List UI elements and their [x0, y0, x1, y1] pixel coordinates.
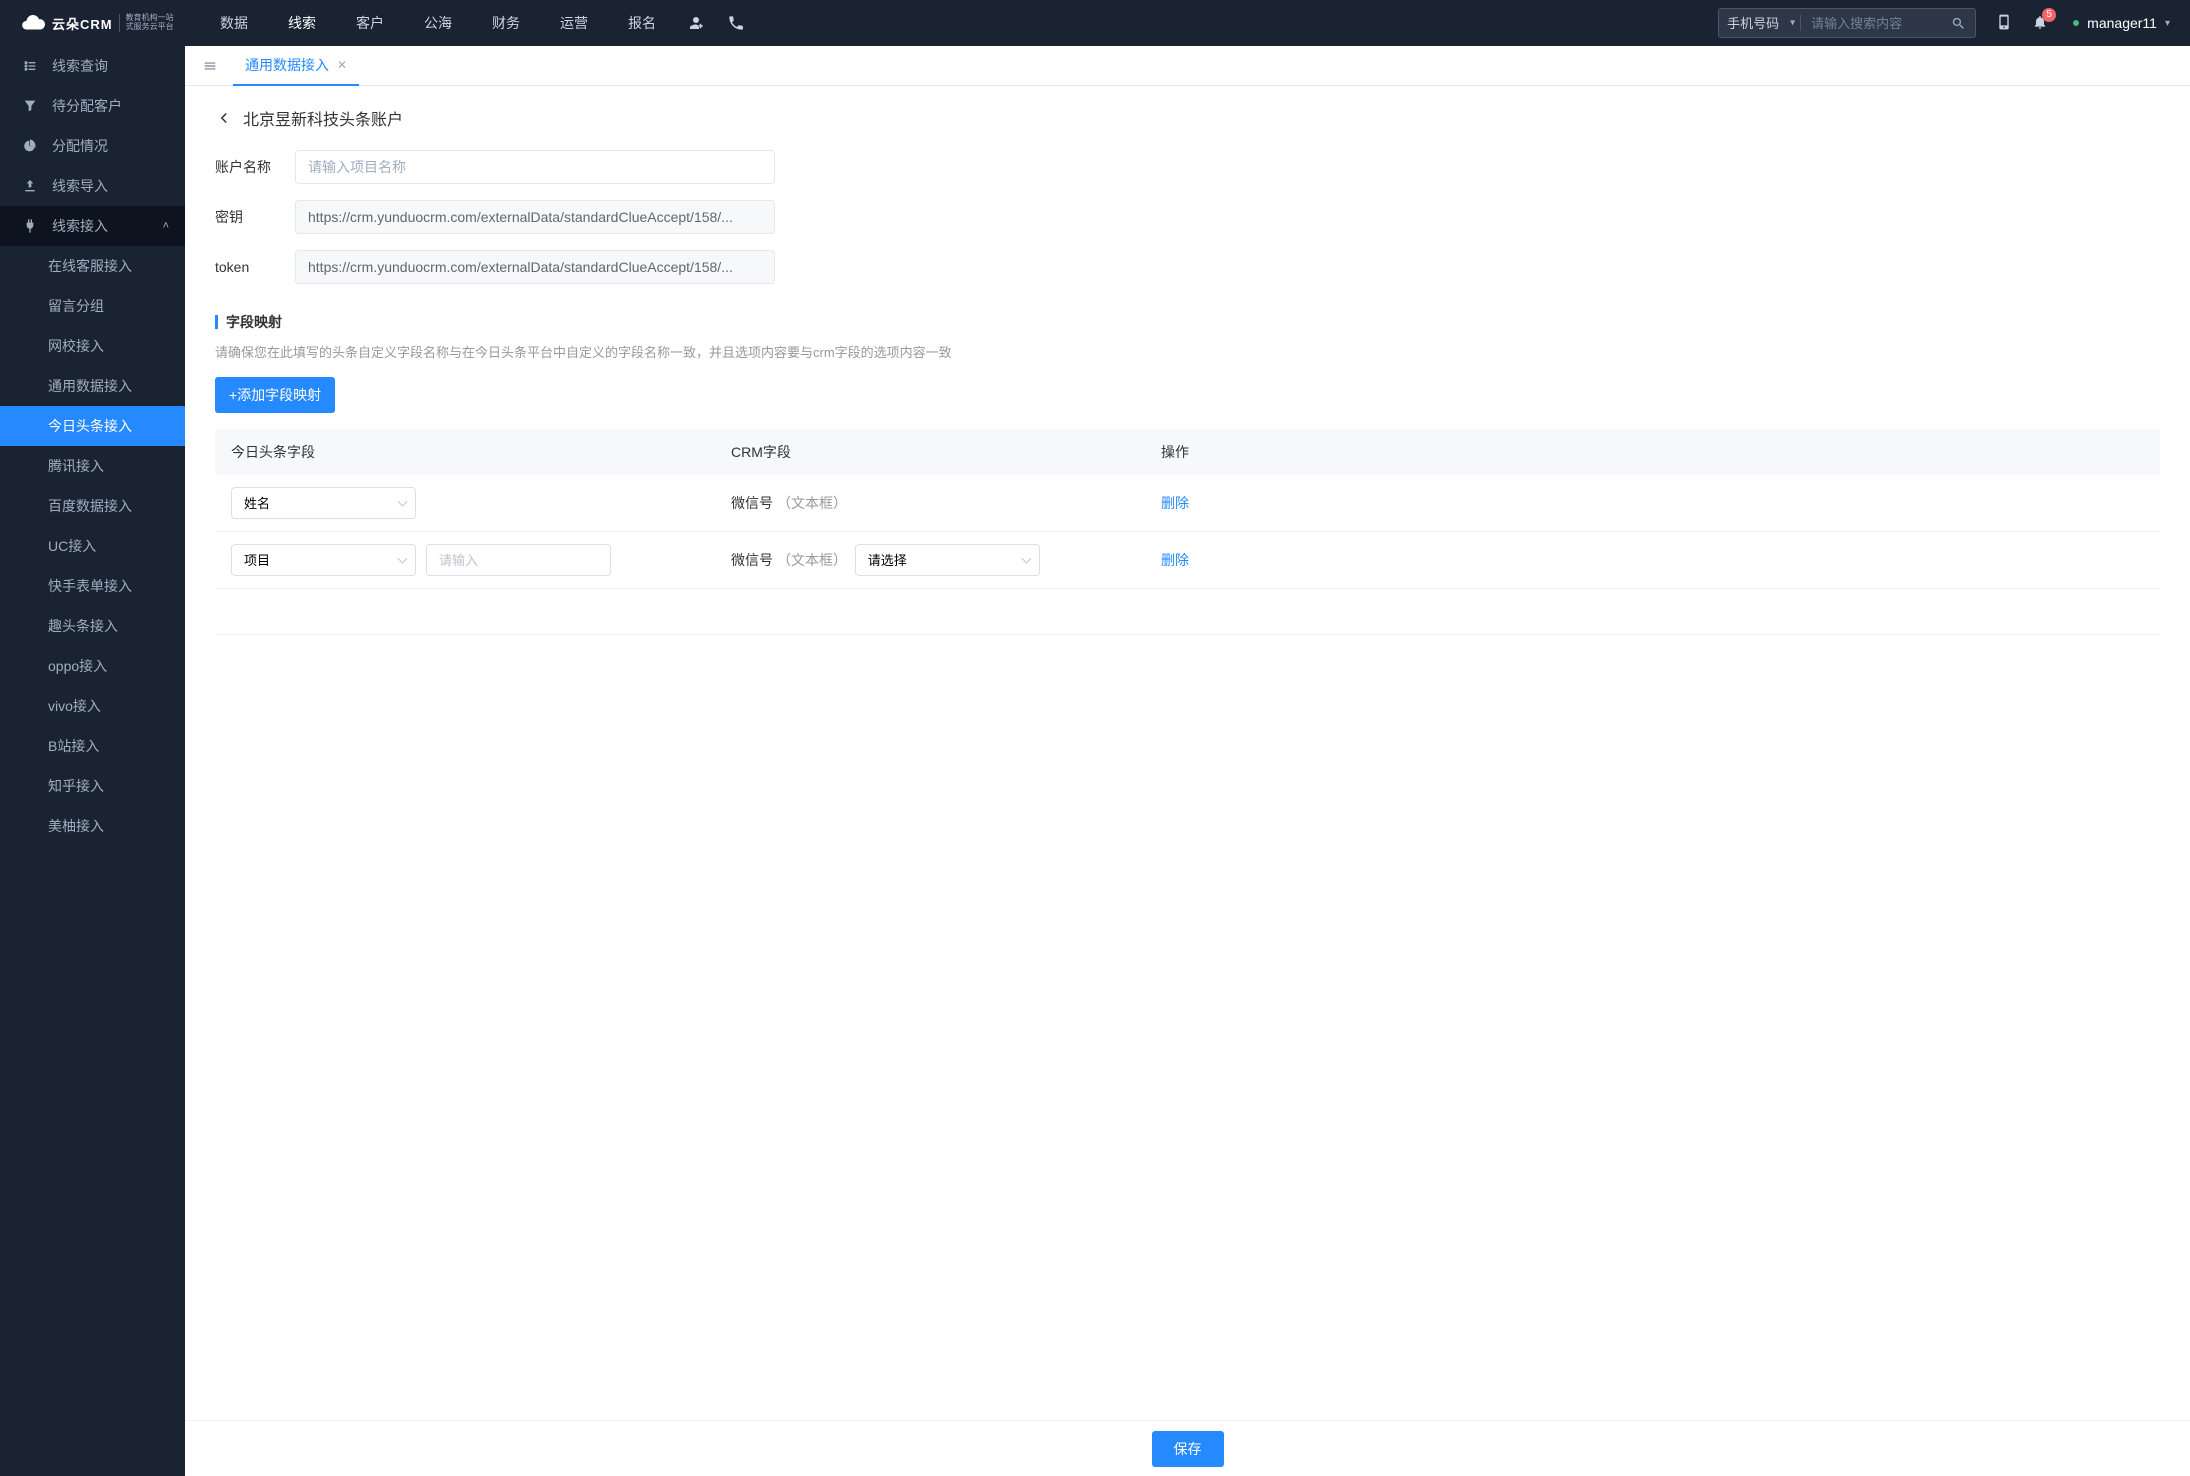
col-toutiao: 今日头条字段: [231, 442, 731, 462]
top-right-icons: 5: [1996, 12, 2048, 35]
sidebar-subitem-今日头条接入[interactable]: 今日头条接入: [0, 406, 185, 446]
user-menu[interactable]: manager11 ▾: [2073, 15, 2170, 31]
sidebar-item-线索接入[interactable]: 线索接入 ˄: [0, 206, 185, 246]
pie-icon: [22, 138, 38, 154]
add-mapping-button[interactable]: +添加字段映射: [215, 377, 335, 413]
chevron-up-icon: ˄: [163, 220, 169, 232]
table-row: 姓名 微信号（文本框） 删除: [215, 475, 2160, 532]
mobile-icon[interactable]: [1996, 12, 2012, 35]
sidebar-subitem-腾讯接入[interactable]: 腾讯接入: [0, 446, 185, 486]
col-op: 操作: [1161, 442, 1241, 462]
sidebar-item-label: 线索导入: [52, 176, 108, 196]
token-input[interactable]: [295, 250, 775, 284]
search-input[interactable]: [1801, 16, 1941, 31]
search-type-select[interactable]: 手机号码: [1719, 16, 1800, 31]
mapping-section-title: 字段映射: [215, 312, 2160, 332]
account-name-input[interactable]: [295, 150, 775, 184]
topnav-客户[interactable]: 客户: [336, 0, 404, 46]
topbar: 云朵CRM 教育机构一站式服务云平台 数据线索客户公海财务运营报名 手机号码 5…: [0, 0, 2190, 46]
topnav-运营[interactable]: 运营: [540, 0, 608, 46]
sidebar-subitem-快手表单接入[interactable]: 快手表单接入: [0, 566, 185, 606]
table-header: 今日头条字段 CRM字段 操作: [215, 429, 2160, 475]
sidebar-subitem-在线客服接入[interactable]: 在线客服接入: [0, 246, 185, 286]
sidebar: 线索查询待分配客户分配情况线索导入线索接入 ˄ 在线客服接入留言分组网校接入通用数据…: [0, 46, 185, 1476]
sidebar-subitem-美柚接入[interactable]: 美柚接入: [0, 806, 185, 846]
sidebar-subitem-UC接入[interactable]: UC接入: [0, 526, 185, 566]
logo[interactable]: 云朵CRM 教育机构一站式服务云平台: [20, 10, 185, 36]
page-title: 北京昱新科技头条账户: [243, 106, 403, 130]
logo-text: 云朵CRM: [52, 14, 113, 33]
delete-link[interactable]: 删除: [1161, 495, 1189, 511]
sidebar-subitem-留言分组[interactable]: 留言分组: [0, 286, 185, 326]
crm-field-label: 微信号（文本框）: [731, 493, 847, 513]
token-label: token: [215, 259, 295, 275]
sidebar-item-label: 分配情况: [52, 136, 108, 156]
sidebar-subitem-通用数据接入[interactable]: 通用数据接入: [0, 366, 185, 406]
key-label: 密钥: [215, 207, 295, 227]
table-empty-row: [215, 589, 2160, 635]
search-icon[interactable]: [1941, 9, 1975, 37]
main: 通用数据接入 ✕ 北京昱新科技头条账户 账户名称 密钥 token: [185, 46, 2190, 1476]
tt-field-select[interactable]: 项目: [231, 544, 416, 576]
sidebar-item-线索导入[interactable]: 线索导入: [0, 166, 185, 206]
searchbox: 手机号码: [1718, 8, 1976, 38]
topnav-数据[interactable]: 数据: [200, 0, 268, 46]
back-icon[interactable]: [215, 109, 233, 127]
sidebar-subitem-趣头条接入[interactable]: 趣头条接入: [0, 606, 185, 646]
topnav-财务[interactable]: 财务: [472, 0, 540, 46]
chevron-down-icon: ▾: [2165, 18, 2170, 29]
notification-badge: 5: [2042, 8, 2056, 22]
save-button[interactable]: 保存: [1152, 1431, 1224, 1467]
key-input[interactable]: [295, 200, 775, 234]
notifications-icon[interactable]: 5: [2032, 13, 2048, 34]
crm-field-select[interactable]: 请选择: [855, 544, 1040, 576]
tab-general-data[interactable]: 通用数据接入 ✕: [233, 46, 359, 86]
tt-field-select[interactable]: 姓名: [231, 487, 416, 519]
sidebar-subitem-vivo接入[interactable]: vivo接入: [0, 686, 185, 726]
close-icon[interactable]: ✕: [337, 58, 347, 72]
add-user-icon[interactable]: [676, 0, 716, 46]
sidebar-item-待分配客户[interactable]: 待分配客户: [0, 86, 185, 126]
sidebar-subitem-oppo接入[interactable]: oppo接入: [0, 646, 185, 686]
sidebar-item-label: 待分配客户: [52, 96, 122, 116]
delete-link[interactable]: 删除: [1161, 552, 1189, 568]
sidebar-item-分配情况[interactable]: 分配情况: [0, 126, 185, 166]
tabbar: 通用数据接入 ✕: [185, 46, 2190, 86]
account-name-label: 账户名称: [215, 157, 295, 177]
cloud-logo-icon: [20, 10, 46, 36]
top-nav: 数据线索客户公海财务运营报名: [200, 0, 676, 46]
sidebar-subitem-知乎接入[interactable]: 知乎接入: [0, 766, 185, 806]
username: manager11: [2087, 15, 2157, 31]
collapse-sidebar-icon[interactable]: [197, 53, 223, 79]
sidebar-item-label: 线索接入: [52, 216, 108, 236]
breadcrumb: 北京昱新科技头条账户: [215, 106, 2160, 130]
plug-icon: [22, 218, 38, 234]
table-row: 项目 微信号（文本框） 请选择 删除: [215, 532, 2160, 589]
topnav-报名[interactable]: 报名: [608, 0, 676, 46]
upload-icon: [22, 178, 38, 194]
list-icon: [22, 58, 38, 74]
topnav-线索[interactable]: 线索: [268, 0, 336, 46]
sidebar-item-线索查询[interactable]: 线索查询: [0, 46, 185, 86]
filter-icon: [22, 98, 38, 114]
footer: 保存: [185, 1420, 2190, 1476]
topnav-公海[interactable]: 公海: [404, 0, 472, 46]
sidebar-item-label: 线索查询: [52, 56, 108, 76]
mapping-hint: 请确保您在此填写的头条自定义字段名称与在今日头条平台中自定义的字段名称一致，并且…: [215, 342, 2160, 361]
mapping-table: 今日头条字段 CRM字段 操作 姓名微信号（文本框）删除项目微信号（文本框） 请…: [215, 429, 2160, 635]
logo-subtitle: 教育机构一站式服务云平台: [119, 14, 174, 32]
tt-field-input[interactable]: [426, 544, 611, 576]
status-dot-icon: [2073, 20, 2079, 26]
tab-label: 通用数据接入: [245, 55, 329, 75]
phone-icon[interactable]: [716, 0, 756, 46]
col-crm: CRM字段: [731, 442, 1161, 462]
crm-field-label: 微信号（文本框）: [731, 550, 847, 570]
sidebar-subitem-网校接入[interactable]: 网校接入: [0, 326, 185, 366]
sidebar-subitem-B站接入[interactable]: B站接入: [0, 726, 185, 766]
sidebar-subitem-百度数据接入[interactable]: 百度数据接入: [0, 486, 185, 526]
